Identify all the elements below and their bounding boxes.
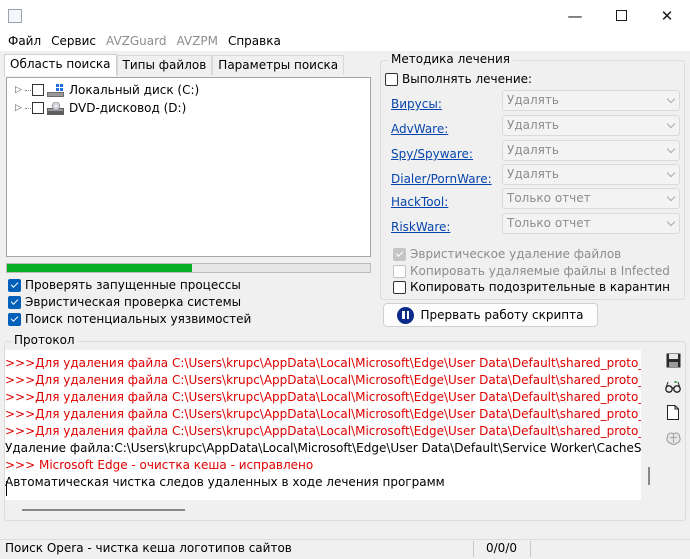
log-line: >>>Для удаления файла C:\Users\krupc\App… xyxy=(5,407,641,421)
option-check-processes[interactable]: Проверять запущенные процессы xyxy=(8,277,241,293)
search-tabs: Область поиска Типы файлов Параметры пои… xyxy=(4,54,345,76)
heuristic-delete-option[interactable]: Эвристическое удаление файлов xyxy=(393,246,621,262)
menu-service[interactable]: Сервис xyxy=(46,31,101,51)
menu-avzguard[interactable]: AVZGuard xyxy=(101,31,171,51)
check-processes-checkbox[interactable] xyxy=(8,278,21,292)
chevron-down-icon xyxy=(666,94,676,104)
action-select-dialer[interactable]: Удалять xyxy=(502,164,680,185)
vulnerability-search-checkbox[interactable] xyxy=(8,312,21,326)
chevron-down-icon xyxy=(666,192,676,202)
protocol-group-title: Протокол xyxy=(11,333,78,347)
text-caret xyxy=(6,481,7,496)
tab-search-params[interactable]: Параметры поиска xyxy=(212,55,345,75)
perform-treatment-option[interactable]: Выполнять лечение: xyxy=(385,71,532,87)
minimize-button[interactable]: — xyxy=(552,0,598,31)
action-select-viruses[interactable]: Удалять xyxy=(502,90,680,111)
menu-bar: Файл Сервис AVZGuard AVZPM Справка xyxy=(0,31,690,51)
drive-tree[interactable]: ▷ Локальный диск (C:) ▷ DVD-дисковод (D:… xyxy=(6,77,371,257)
threat-link-dialer[interactable]: Dialer/PornWare: xyxy=(391,172,492,186)
chevron-down-icon xyxy=(666,168,676,178)
heuristic-check-checkbox[interactable] xyxy=(8,295,21,309)
app-window-icon xyxy=(8,9,22,23)
maximize-button[interactable] xyxy=(598,0,644,31)
tree-item-drive-c[interactable]: ▷ Локальный диск (C:) xyxy=(15,81,199,99)
log-horizontal-scrollbar[interactable] xyxy=(22,509,185,511)
status-counter: 0/0/0 xyxy=(486,541,517,555)
stop-script-button[interactable]: Прервать работу скрипта xyxy=(383,303,598,327)
log-line: >>> Microsoft Edge - очистка кеша - испр… xyxy=(5,458,314,472)
hard-drive-icon xyxy=(47,83,64,97)
threat-link-adware[interactable]: AdvWare: xyxy=(391,122,448,136)
chevron-down-icon xyxy=(666,217,676,227)
menu-avzpm[interactable]: AVZPM xyxy=(171,31,222,51)
clear-log-button[interactable] xyxy=(664,403,682,421)
tree-item-label: Локальный диск (C:) xyxy=(69,83,200,97)
expand-arrow-icon[interactable]: ▷ xyxy=(15,103,25,113)
scan-progress-fill xyxy=(7,264,193,272)
stop-script-label: Прервать работу скрипта xyxy=(420,308,584,322)
option-vulnerability-search[interactable]: Поиск потенциальных уязвимостей xyxy=(8,311,251,327)
menu-help[interactable]: Справка xyxy=(223,31,286,51)
option-label: Проверять запущенные процессы xyxy=(25,278,241,292)
copy-infected-option[interactable]: Копировать удаляемые файлы в Infected xyxy=(393,263,670,279)
heuristic-delete-checkbox[interactable] xyxy=(393,247,406,261)
log-line: >>>Для удаления файла C:\Users\krupc\App… xyxy=(5,356,641,370)
save-icon xyxy=(666,353,680,367)
option-label: Эвристическое удаление файлов xyxy=(410,247,622,261)
document-icon xyxy=(667,404,679,420)
tab-file-types[interactable]: Типы файлов xyxy=(116,55,213,75)
brain-icon xyxy=(665,432,681,445)
pause-icon xyxy=(397,306,415,324)
threat-link-viruses[interactable]: Вирусы: xyxy=(391,97,442,111)
perform-treatment-label: Выполнять лечение: xyxy=(402,72,533,86)
treatment-group-title: Методика лечения xyxy=(388,52,513,66)
threat-link-hacktool[interactable]: HackTool: xyxy=(391,195,448,209)
perform-treatment-checkbox[interactable] xyxy=(385,72,398,86)
log-line: Автоматическая чистка следов удаленных в… xyxy=(5,475,445,489)
log-line: Удаление файла:C:\Users\krupc\AppData\Lo… xyxy=(5,441,641,455)
option-label: Поиск потенциальных уязвимостей xyxy=(25,312,252,326)
drive-c-checkbox[interactable] xyxy=(32,84,44,96)
close-icon: ✕ xyxy=(660,6,674,25)
dvd-drive-icon xyxy=(47,101,64,115)
threat-link-riskware[interactable]: RiskWare: xyxy=(391,220,450,234)
view-log-button[interactable] xyxy=(664,378,682,396)
log-line: >>>Для удаления файла C:\Users\krupc\App… xyxy=(5,424,641,438)
status-separator xyxy=(530,541,531,557)
tab-search-area[interactable]: Область поиска xyxy=(4,54,117,76)
tree-item-label: DVD-дисковод (D:) xyxy=(69,101,187,115)
chevron-down-icon xyxy=(666,144,676,154)
menu-file[interactable]: Файл xyxy=(3,31,46,51)
log-vertical-scrollbar[interactable] xyxy=(648,467,650,485)
log-line: >>>Для удаления файла C:\Users\krupc\App… xyxy=(5,373,641,387)
scan-progress-bar xyxy=(6,263,371,273)
drive-d-checkbox[interactable] xyxy=(32,102,44,114)
copy-infected-checkbox[interactable] xyxy=(393,264,406,278)
copy-quarantine-option[interactable]: Копировать подозрительные в карантин xyxy=(393,279,670,295)
action-select-riskware[interactable]: Только отчет xyxy=(502,213,680,234)
copy-quarantine-checkbox[interactable] xyxy=(393,280,406,294)
close-button[interactable]: ✕ xyxy=(644,0,690,31)
tree-item-drive-d[interactable]: ▷ DVD-дисковод (D:) xyxy=(15,99,186,117)
option-label: Копировать удаляемые файлы в Infected xyxy=(410,264,670,278)
protocol-log[interactable]: >>>Для удаления файла C:\Users\krupc\App… xyxy=(5,350,641,500)
glasses-icon xyxy=(665,381,681,393)
status-text: Поиск Opera - чистка кеша логотипов сайт… xyxy=(5,541,292,555)
action-select-adware[interactable]: Удалять xyxy=(502,115,680,136)
action-select-spyware[interactable]: Удалять xyxy=(502,140,680,161)
minimize-icon: — xyxy=(567,6,583,25)
analyze-button[interactable] xyxy=(664,430,682,448)
option-heuristic-check[interactable]: Эвристическая проверка системы xyxy=(8,294,241,310)
maximize-icon xyxy=(615,10,627,21)
status-separator xyxy=(473,541,474,557)
chevron-down-icon xyxy=(666,119,676,129)
action-select-hacktool[interactable]: Только отчет xyxy=(502,188,680,209)
option-label: Копировать подозрительные в карантин xyxy=(410,280,670,294)
expand-arrow-icon[interactable]: ▷ xyxy=(15,85,25,95)
option-label: Эвристическая проверка системы xyxy=(25,295,242,309)
threat-link-spyware[interactable]: Spy/Spyware: xyxy=(391,147,473,161)
save-log-button[interactable] xyxy=(664,351,682,369)
log-line: >>>Для удаления файла C:\Users\krupc\App… xyxy=(5,390,641,404)
